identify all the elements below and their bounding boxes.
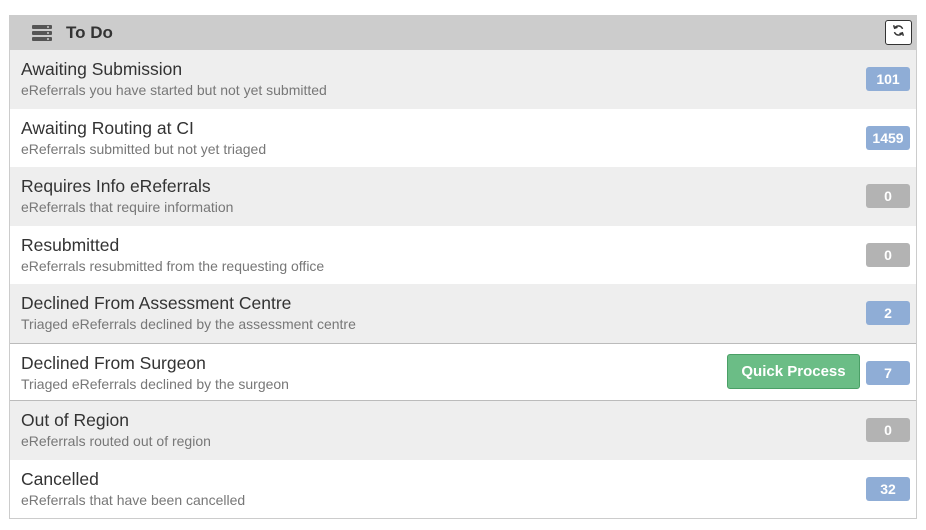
list-item-subtitle: eReferrals routed out of region <box>21 433 211 449</box>
quick-process-button[interactable]: Quick Process <box>727 353 860 389</box>
list-item-subtitle: eReferrals that require information <box>21 199 234 215</box>
list-item-subtitle: eReferrals resubmitted from the requesti… <box>21 257 325 274</box>
list-item[interactable]: Out of Region eReferrals routed out of re… <box>10 401 916 460</box>
list-item-title: Requires Info eReferrals <box>21 176 211 196</box>
count-badge: 0 <box>866 184 910 208</box>
refresh-button[interactable] <box>885 20 912 45</box>
list-item[interactable]: Awaiting Routing at CI eReferrals submitt… <box>10 108 916 167</box>
list-item-title: Awaiting Submission <box>21 59 183 79</box>
list-item[interactable]: Awaiting Submission eReferrals you have s… <box>10 50 916 109</box>
count-badge: 0 <box>866 242 910 267</box>
list-item[interactable]: Declined From Surgeon Triaged eReferrals … <box>10 342 916 401</box>
panel-header: To Do <box>10 16 916 50</box>
list-item-title: Declined From Surgeon <box>21 352 206 373</box>
todo-list: Awaiting Submission eReferrals you have s… <box>10 50 916 518</box>
list-item[interactable]: Resubmitted eReferrals resubmitted from t… <box>10 225 916 284</box>
todo-panel: To Do Awaiting Submission eReferrals you … <box>9 15 917 519</box>
list-item-subtitle: Triaged eReferrals declined by the surge… <box>21 375 289 392</box>
list-item[interactable]: Requires Info eReferrals eReferrals that … <box>10 167 916 226</box>
list-item[interactable]: Declined From Assessment Centre Triaged e… <box>10 284 916 343</box>
refresh-icon <box>892 24 905 42</box>
server-icon <box>32 25 52 41</box>
list-item-title: Cancelled <box>21 468 99 489</box>
list-item-title: Resubmitted <box>21 234 120 255</box>
list-item-subtitle: eReferrals that have been cancelled <box>21 491 246 508</box>
count-badge: 7 <box>866 360 910 385</box>
count-badge: 0 <box>866 418 910 442</box>
count-badge: 101 <box>866 67 910 91</box>
list-item-title: Out of Region <box>21 410 129 430</box>
count-badge: 1459 <box>866 125 910 150</box>
list-item-subtitle: eReferrals submitted but not yet triaged <box>21 140 267 157</box>
panel-title: To Do <box>66 23 113 42</box>
list-item-subtitle: eReferrals you have started but not yet … <box>21 82 327 98</box>
list-item-title: Awaiting Routing at CI <box>21 117 194 138</box>
list-item-subtitle: Triaged eReferrals declined by the asses… <box>21 316 356 332</box>
count-badge: 2 <box>866 301 910 325</box>
list-item-title: Declined From Assessment Centre <box>21 293 292 313</box>
list-item[interactable]: Cancelled eReferrals that have been cance… <box>10 459 916 518</box>
count-badge: 32 <box>866 476 910 501</box>
